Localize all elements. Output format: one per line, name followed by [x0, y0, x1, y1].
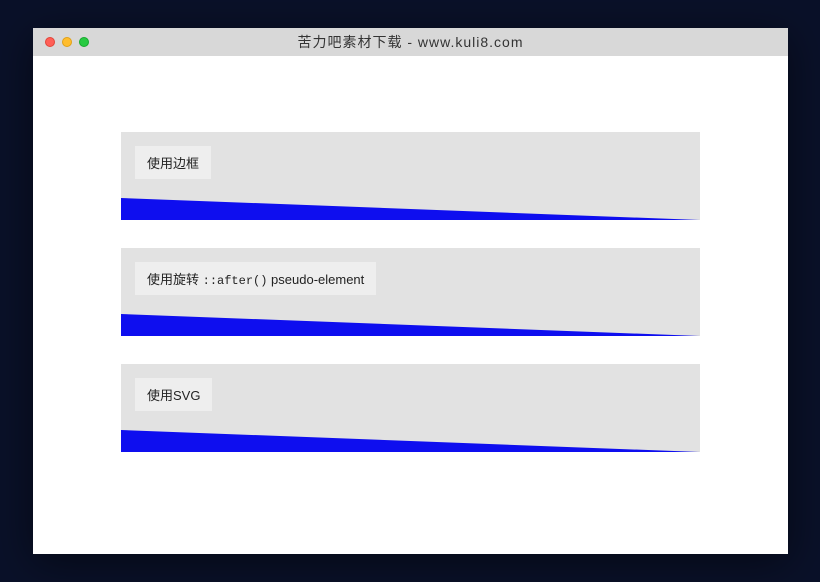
angled-edge-svg [121, 430, 700, 452]
demo-section-border: 使用边框 [121, 132, 700, 220]
demo-section-rotate: 使用旋转 ::after() pseudo-element [121, 248, 700, 336]
section-label: 使用SVG [135, 378, 212, 411]
label-suffix: pseudo-element [267, 272, 364, 287]
label-prefix: 使用旋转 [147, 272, 203, 287]
section-label: 使用旋转 ::after() pseudo-element [135, 262, 376, 295]
angled-edge-border [121, 198, 700, 220]
traffic-lights [45, 37, 89, 47]
label-code: ::after() [203, 274, 268, 288]
minimize-icon[interactable] [62, 37, 72, 47]
page-content: 使用边框 使用旋转 ::after() pseudo-element 使用SVG [33, 56, 788, 520]
browser-window: 苦力吧素材下载 - www.kuli8.com 使用边框 使用旋转 ::afte… [33, 28, 788, 554]
demo-section-svg: 使用SVG [121, 364, 700, 452]
section-label: 使用边框 [135, 146, 211, 179]
close-icon[interactable] [45, 37, 55, 47]
angled-edge-rotate [121, 314, 700, 336]
window-title: 苦力吧素材下载 - www.kuli8.com [33, 32, 788, 52]
maximize-icon[interactable] [79, 37, 89, 47]
window-titlebar: 苦力吧素材下载 - www.kuli8.com [33, 28, 788, 56]
